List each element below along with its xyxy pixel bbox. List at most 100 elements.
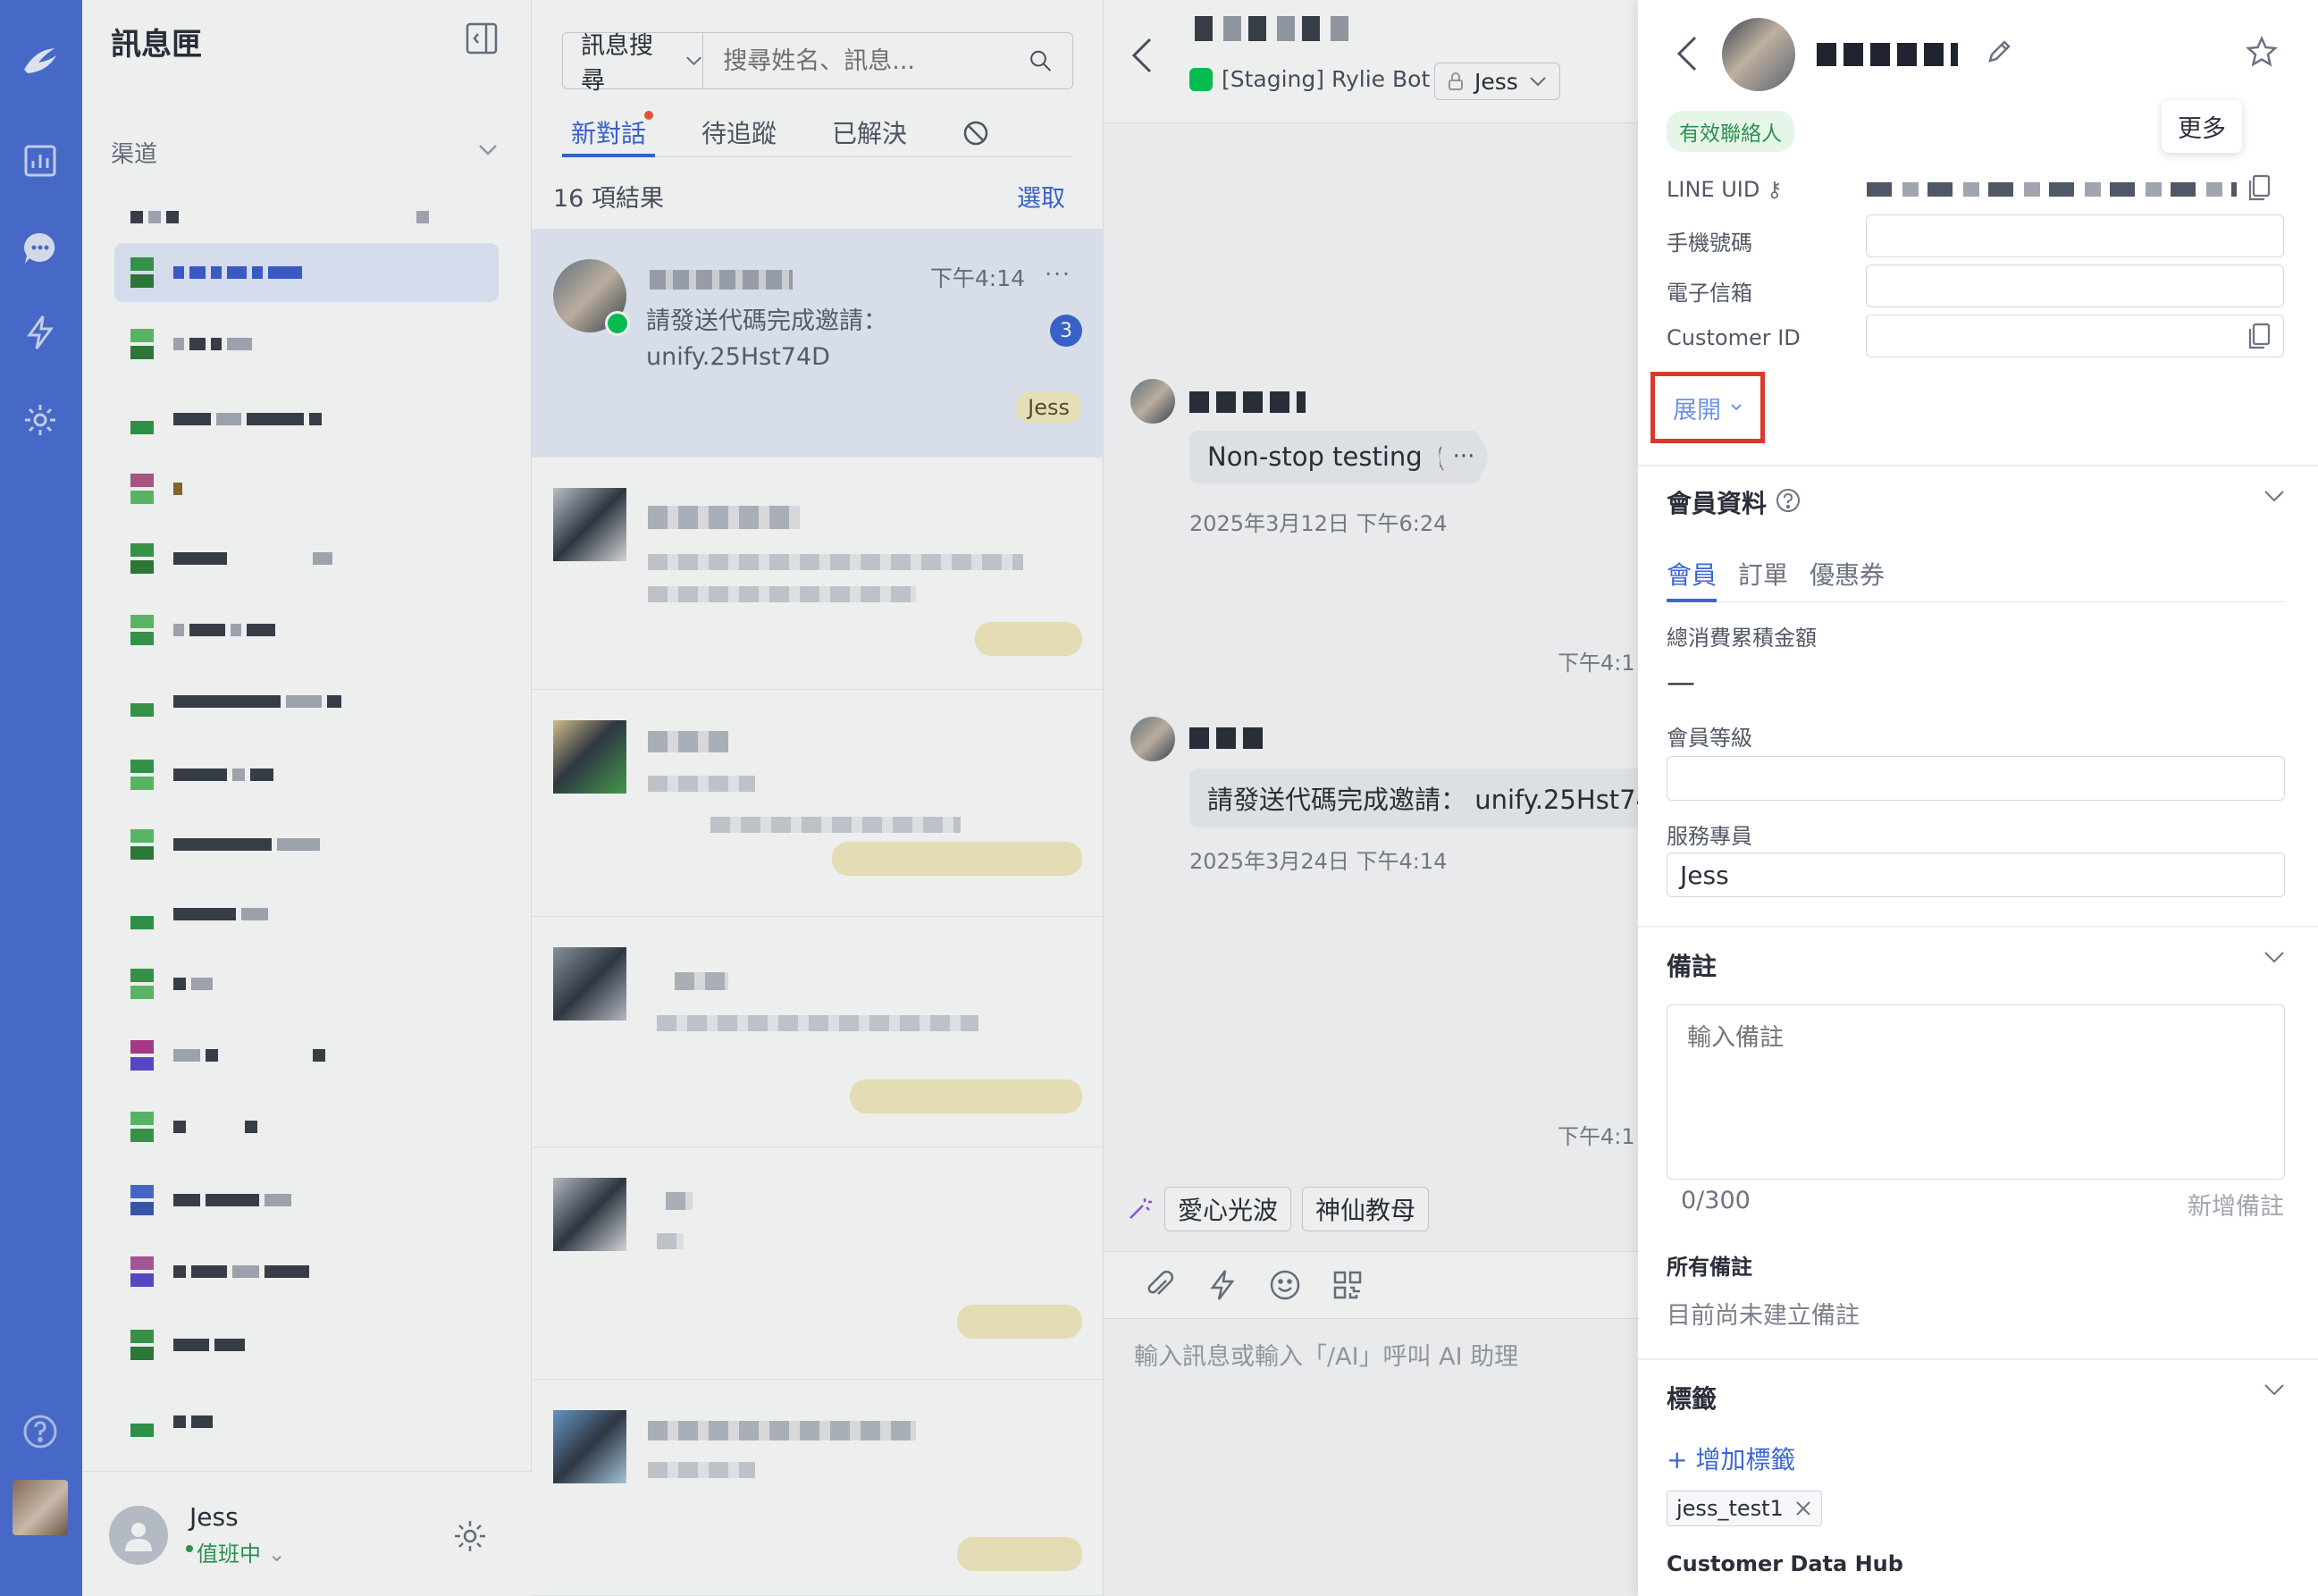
expand-button[interactable]: 展開: [1650, 372, 1765, 443]
sender-name-redacted: [1189, 391, 1306, 413]
assignee-dropdown[interactable]: Jess: [1434, 63, 1560, 100]
collapse-panel-icon[interactable]: [465, 21, 499, 55]
star-icon[interactable]: [2246, 36, 2278, 68]
channel-item[interactable]: [114, 1242, 499, 1301]
emoji-icon[interactable]: [1268, 1268, 1302, 1302]
sender-avatar: [1130, 379, 1175, 424]
phone-field[interactable]: [1866, 214, 2284, 257]
channel-item[interactable]: [114, 1026, 499, 1085]
channel-item[interactable]: [114, 1097, 499, 1156]
tab-member[interactable]: 會員: [1667, 556, 1718, 602]
channel-item[interactable]: [114, 815, 499, 874]
divider: [1638, 465, 2318, 466]
channel-item[interactable]: [114, 672, 499, 731]
tag-label: jess_test1: [1676, 1496, 1784, 1521]
channel-item[interactable]: [114, 459, 499, 518]
tab-orders[interactable]: 訂單: [1738, 556, 1788, 602]
back-arrow-icon[interactable]: [1674, 34, 1701, 73]
channel-item[interactable]: [114, 1315, 499, 1374]
line-icon: [1189, 67, 1213, 91]
message-more-icon[interactable]: ···: [1440, 433, 1488, 481]
tag-chip: jess_test1: [1667, 1491, 1822, 1526]
message-timestamp: 2025年3月12日 下午6:24: [1189, 511, 1448, 536]
tab-coupons[interactable]: 優惠券: [1810, 556, 1885, 602]
search-icon[interactable]: [1029, 46, 1053, 76]
tab-follow-up[interactable]: 待追蹤: [693, 111, 785, 157]
conversation-item[interactable]: [532, 917, 1104, 1147]
chat-icon[interactable]: [19, 227, 62, 270]
edit-pencil-icon[interactable]: [1985, 38, 2013, 66]
redacted-content: [648, 1462, 755, 1478]
email-field[interactable]: [1866, 265, 2284, 307]
chevron-down-icon[interactable]: [2263, 490, 2285, 502]
member-tabs: 會員 訂單 優惠券: [1667, 556, 2285, 602]
qr-code-icon[interactable]: [1331, 1268, 1365, 1302]
message-composer-input[interactable]: 輸入訊息或輸入「/AI」呼叫 AI 助理: [1134, 1337, 1518, 1372]
automation-bolt-icon[interactable]: [19, 311, 62, 354]
search-mode-select[interactable]: 訊息搜尋: [563, 32, 704, 95]
help-icon[interactable]: [19, 1410, 62, 1453]
channel-item[interactable]: [114, 529, 499, 588]
message-bubble: 請發送代碼完成邀請： unify.25Hst74D: [1189, 769, 1691, 827]
tab-new[interactable]: 新對話: [562, 111, 656, 157]
current-user-avatar[interactable]: [13, 1480, 68, 1535]
redacted-content: [648, 1421, 916, 1441]
channel-item[interactable]: [114, 390, 499, 449]
note-char-count: 0/300: [1681, 1187, 1751, 1214]
channel-item[interactable]: [114, 745, 499, 804]
channel-item[interactable]: [114, 1392, 499, 1451]
conversation-item[interactable]: [532, 690, 1104, 917]
copy-icon[interactable]: [2246, 322, 2272, 350]
tab-blocked[interactable]: [953, 111, 998, 157]
chevron-down-icon[interactable]: [2263, 1383, 2285, 1396]
copy-icon[interactable]: [2246, 173, 2272, 202]
assignee-name: Jess: [1474, 68, 1518, 95]
channel-item[interactable]: [114, 188, 499, 247]
channel-item[interactable]: [114, 1171, 499, 1230]
attachment-icon[interactable]: [1143, 1268, 1177, 1302]
quick-reply-chips: 愛心光波 神仙教母: [1125, 1187, 1430, 1231]
notes-section-title: 備註: [1667, 952, 1718, 981]
conversation-item-active[interactable]: 下午4:14 ··· 請發送代碼完成邀請： unify.25Hst74D 3 J…: [532, 229, 1104, 458]
select-button[interactable]: 選取: [1017, 179, 1065, 214]
contact-avatar: [553, 1410, 626, 1483]
contact-profile-panel: 更多 有效聯絡人 LINE UID ⚷ 手機號碼 電子信箱 Customer I…: [1638, 0, 2318, 1596]
quick-reply-chip[interactable]: 愛心光波: [1164, 1187, 1292, 1231]
app-logo-icon[interactable]: [19, 39, 62, 82]
member-level-field[interactable]: [1667, 756, 2285, 801]
divider: [1638, 926, 2318, 928]
redacted-content: [648, 586, 916, 602]
duty-status-dropdown[interactable]: 值班中 ⌄: [186, 1536, 286, 1567]
analytics-icon[interactable]: [19, 139, 62, 182]
bot-name: [Staging] Rylie Bot: [1222, 66, 1431, 92]
channel-item[interactable]: [114, 954, 499, 1013]
channel-item[interactable]: [114, 885, 499, 944]
note-textarea[interactable]: [1667, 1004, 2285, 1180]
service-rep-field[interactable]: Jess: [1667, 853, 2285, 897]
chat-panel: [Staging] Rylie Bot | Jess Non-stop test…: [1104, 0, 1691, 1596]
channel-item[interactable]: [114, 315, 499, 374]
more-options-icon[interactable]: ···: [1045, 261, 1071, 287]
channel-item[interactable]: [114, 601, 499, 659]
customer-id-field[interactable]: [1866, 315, 2284, 357]
settings-gear-icon[interactable]: [19, 399, 62, 441]
close-icon[interactable]: [1794, 1499, 1812, 1517]
conversation-item[interactable]: [532, 1147, 1104, 1380]
conversation-item[interactable]: [532, 1380, 1104, 1596]
help-circle-icon[interactable]: [1776, 488, 1801, 513]
channel-item-selected[interactable]: [114, 243, 499, 302]
chevron-down-icon[interactable]: [2263, 951, 2285, 963]
tab-resolved[interactable]: 已解決: [823, 111, 916, 157]
quick-reply-chip[interactable]: 神仙教母: [1302, 1187, 1430, 1231]
message-bubble: Non-stop testing 🧯: [1189, 431, 1481, 483]
line-uid-label-text: LINE UID: [1667, 177, 1760, 202]
bolt-icon[interactable]: [1205, 1268, 1239, 1302]
chevron-down-icon[interactable]: [477, 143, 499, 157]
conversation-item[interactable]: [532, 458, 1104, 690]
add-note-button[interactable]: 新增備註: [2188, 1187, 2284, 1222]
back-arrow-icon[interactable]: [1129, 36, 1155, 75]
user-settings-icon[interactable]: [452, 1518, 488, 1554]
search-input[interactable]: [703, 46, 1029, 75]
add-tag-button[interactable]: + 增加標籤: [1667, 1441, 1795, 1476]
redacted-tag: [957, 1305, 1082, 1339]
